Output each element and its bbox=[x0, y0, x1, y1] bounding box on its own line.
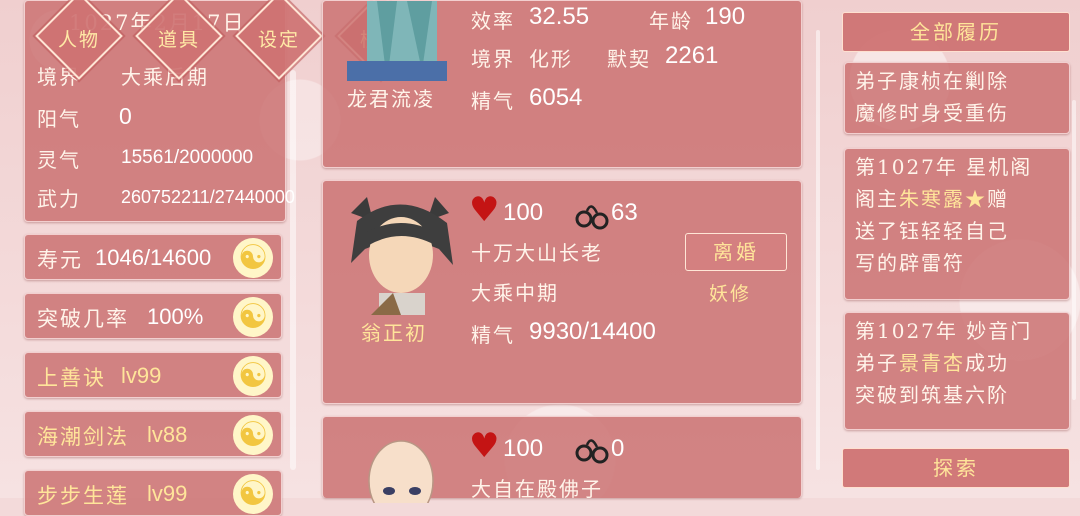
cuffs-value: 0 bbox=[611, 435, 625, 462]
all-history-button[interactable]: 全部履历 bbox=[842, 12, 1070, 52]
efficiency-label: 效率 bbox=[471, 9, 515, 33]
essence-value: 9930/14400 bbox=[529, 318, 656, 345]
skill-name: 步步生莲 bbox=[37, 484, 129, 508]
yang-label: 阳气 bbox=[37, 107, 81, 131]
heart-icon: ♥ bbox=[469, 190, 500, 230]
history-line: 第1027年 妙音门 bbox=[855, 319, 1033, 343]
skill-level: lv99 bbox=[121, 363, 162, 388]
divorce-button[interactable]: 离婚 bbox=[685, 233, 787, 271]
power-value: 260752211/27440000 bbox=[121, 187, 295, 207]
qi-label: 灵气 bbox=[37, 148, 81, 172]
skill-row: 步步生莲 lv99 ☯ bbox=[24, 470, 282, 516]
history-entry: 弟子康桢在剿除 魔修时身受重伤 bbox=[844, 62, 1070, 134]
power-label: 武力 bbox=[37, 187, 81, 211]
handcuffs-icon bbox=[575, 439, 609, 464]
heart-icon: ♥ bbox=[469, 426, 500, 466]
character-name: 龙君流凌 bbox=[347, 87, 435, 111]
essence-label: 精气 bbox=[471, 323, 515, 347]
tab-items[interactable]: 道具 bbox=[137, 25, 221, 52]
lifespan-value: 1046/14600 bbox=[95, 245, 212, 270]
character-portrait bbox=[368, 440, 434, 503]
character-race: 妖修 bbox=[709, 283, 752, 305]
character-name: 翁正初 bbox=[361, 321, 427, 345]
middle-scrollbar[interactable] bbox=[816, 30, 820, 470]
breakthrough-value: 100% bbox=[147, 304, 204, 329]
character-portrait bbox=[347, 1, 447, 81]
history-entry: 第1027年 星机阁 阁主朱寒露★赠 送了钰轻轻自己 写的辟雷符 bbox=[844, 148, 1070, 300]
history-line: 弟子景青杏成功 bbox=[855, 351, 1009, 375]
lifespan-label: 寿元 bbox=[37, 248, 83, 272]
lifespan-row: 寿元 1046/14600 ☯ bbox=[24, 234, 282, 280]
qi-value: 15561/2000000 bbox=[121, 147, 254, 168]
yinyang-icon[interactable]: ☯ bbox=[233, 474, 273, 514]
right-scrollbar[interactable] bbox=[1072, 100, 1076, 400]
tab-character[interactable]: 人物 bbox=[37, 25, 121, 52]
affection-value: 100 bbox=[503, 435, 544, 462]
history-line: 写的辟雷符 bbox=[855, 251, 965, 275]
realm-label: 境界 bbox=[471, 47, 515, 71]
skill-level: lv99 bbox=[147, 481, 188, 506]
skill-name: 上善诀 bbox=[37, 366, 106, 390]
bond-label: 默契 bbox=[607, 47, 651, 71]
history-line: 送了钰轻轻自己 bbox=[855, 219, 1009, 243]
breakthrough-label: 突破几率 bbox=[37, 307, 129, 331]
affection-value: 100 bbox=[503, 199, 544, 226]
history-entry: 第1027年 妙音门 弟子景青杏成功 突破到筑基六阶 bbox=[844, 312, 1070, 430]
yinyang-icon[interactable]: ☯ bbox=[233, 356, 273, 396]
history-line: 第1027年 星机阁 bbox=[855, 155, 1033, 179]
skill-name: 海潮剑法 bbox=[37, 425, 129, 449]
yinyang-icon[interactable]: ☯ bbox=[233, 297, 273, 337]
history-line: 突破到筑基六阶 bbox=[855, 383, 1009, 407]
character-card[interactable]: 龙君流凌 效率 32.55 年龄 190 境界 化形 默契 2261 精气 60… bbox=[322, 0, 802, 168]
essence-value: 6054 bbox=[529, 84, 583, 111]
tab-settings[interactable]: 设定 bbox=[237, 25, 321, 52]
cuffs-value: 63 bbox=[611, 199, 638, 226]
history-line: 魔修时身受重伤 bbox=[855, 101, 1009, 125]
yinyang-icon[interactable]: ☯ bbox=[233, 238, 273, 278]
handcuffs-icon bbox=[575, 205, 609, 230]
skill-row: 海潮剑法 lv88 ☯ bbox=[24, 411, 282, 457]
bond-value: 2261 bbox=[665, 42, 719, 69]
breakthrough-row: 突破几率 100% ☯ bbox=[24, 293, 282, 339]
history-line: 阁主朱寒露★赠 bbox=[855, 187, 1009, 211]
character-card[interactable]: ♥ 100 0 大自在殿佛子 bbox=[322, 416, 802, 503]
character-realm: 大乘中期 bbox=[471, 281, 559, 305]
yang-value: 0 bbox=[119, 103, 132, 129]
left-scrollbar[interactable] bbox=[290, 70, 296, 470]
character-portrait bbox=[351, 197, 453, 315]
history-line: 弟子康桢在剿除 bbox=[855, 69, 1009, 93]
explore-button[interactable]: 探索 bbox=[842, 448, 1070, 488]
essence-label: 精气 bbox=[471, 89, 515, 113]
yinyang-icon[interactable]: ☯ bbox=[233, 415, 273, 455]
character-title: 十万大山长老 bbox=[471, 241, 603, 265]
skill-row: 上善诀 lv99 ☯ bbox=[24, 352, 282, 398]
age-value: 190 bbox=[705, 3, 746, 30]
skill-level: lv88 bbox=[147, 422, 188, 447]
age-label: 年龄 bbox=[649, 9, 693, 33]
realm-value: 化形 bbox=[529, 47, 573, 71]
efficiency-value: 32.55 bbox=[529, 3, 590, 30]
character-card[interactable]: 翁正初 ♥ 100 63 十万大山长老 大乘中期 妖修 离婚 精气 9930/1… bbox=[322, 180, 802, 404]
